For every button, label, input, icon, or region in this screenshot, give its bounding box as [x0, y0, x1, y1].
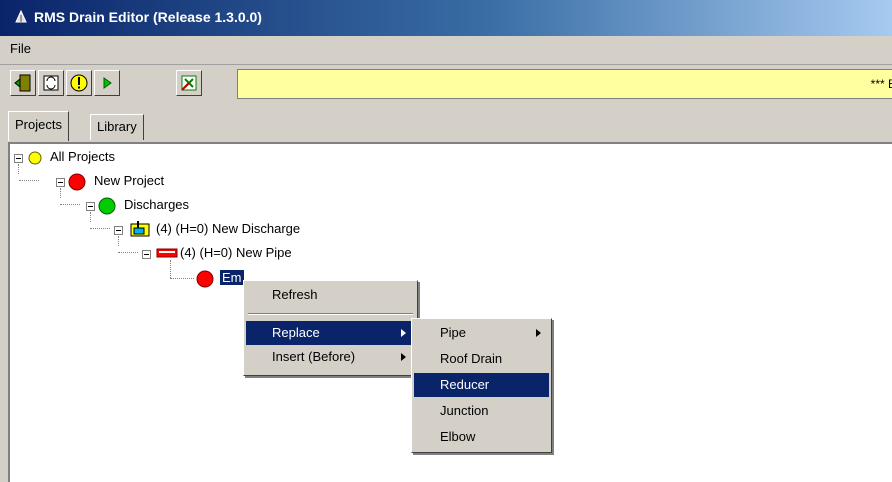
menu-item-label: Pipe	[440, 325, 467, 340]
discharge-icon	[130, 221, 150, 237]
menu-item-elbow[interactable]: Elbow	[414, 425, 549, 449]
yellow-circle-icon	[28, 151, 42, 165]
tree-node-all-projects[interactable]: All Projects	[50, 149, 115, 164]
tree-node-selected[interactable]: Em	[220, 270, 244, 285]
expander-all-projects[interactable]	[14, 154, 23, 163]
refresh-button[interactable]	[38, 70, 64, 96]
menu-bar: File	[0, 36, 892, 65]
tree-node-discharges[interactable]: Discharges	[124, 197, 189, 212]
toolbar: *** Er	[0, 66, 892, 106]
menu-item-junction[interactable]: Junction	[414, 399, 549, 423]
menu-separator	[248, 313, 413, 315]
expander-new-project[interactable]	[56, 178, 65, 187]
app-icon	[15, 10, 27, 23]
tree-line	[18, 164, 19, 174]
window-title: RMS Drain Editor (Release 1.3.0.0)	[34, 9, 262, 25]
tab-projects[interactable]: Projects	[8, 111, 69, 141]
tree-line	[60, 204, 80, 205]
message-text: *** Er	[870, 77, 892, 91]
menu-item-label: Insert (Before)	[272, 349, 356, 364]
menu-item-roof-drain[interactable]: Roof Drain	[414, 347, 549, 371]
title-bar: RMS Drain Editor (Release 1.3.0.0)	[0, 0, 892, 36]
warning-icon	[70, 74, 88, 92]
exit-button[interactable]	[10, 70, 36, 96]
expander-new-pipe[interactable]	[142, 250, 151, 259]
run-button[interactable]	[94, 70, 120, 96]
exit-door-icon	[14, 74, 31, 92]
tab-strip: Projects Library	[0, 110, 892, 142]
green-circle-icon	[98, 197, 116, 215]
refresh-icon	[43, 75, 59, 91]
expander-discharges[interactable]	[86, 202, 95, 211]
tree-line	[90, 228, 110, 229]
message-bar: *** Er	[237, 69, 892, 99]
tab-library[interactable]: Library	[90, 114, 144, 140]
tree-line	[60, 188, 61, 198]
menu-item-reducer[interactable]: Reducer	[414, 373, 549, 397]
menu-item-pipe[interactable]: Pipe	[414, 321, 549, 345]
tree-line	[118, 252, 138, 253]
tree-node-new-project[interactable]: New Project	[94, 173, 164, 188]
context-menu: Refresh Replace Insert (Before)	[243, 280, 418, 376]
menu-item-label: Replace	[272, 325, 320, 340]
menu-item-insert-before[interactable]: Insert (Before)	[246, 345, 415, 369]
menu-item-refresh[interactable]: Refresh	[246, 283, 415, 307]
tree-line	[90, 212, 91, 222]
menu-item-label: Refresh	[272, 287, 318, 302]
menu-item-label: Junction	[440, 403, 489, 418]
menu-item-label: Roof Drain	[440, 351, 503, 366]
tree-line	[19, 180, 39, 181]
tree-node-new-pipe[interactable]: (4) (H=0) New Pipe	[180, 245, 292, 260]
tree-line	[170, 278, 194, 279]
menu-file[interactable]: File	[10, 41, 31, 56]
red-circle-icon	[196, 270, 214, 288]
menu-item-label: Elbow	[440, 429, 476, 444]
pipe-icon	[156, 248, 178, 258]
menu-item-label: Reducer	[440, 377, 490, 392]
play-icon	[103, 77, 112, 89]
export-icon	[181, 75, 197, 91]
submenu-arrow-icon	[536, 329, 541, 337]
submenu-arrow-icon	[401, 353, 406, 361]
replace-submenu: Pipe Roof Drain Reducer Junction Elbow	[411, 318, 552, 453]
tree-line	[118, 236, 119, 246]
submenu-arrow-icon	[401, 329, 406, 337]
warning-button[interactable]	[66, 70, 92, 96]
export-button[interactable]	[176, 70, 202, 96]
tree-line	[170, 260, 171, 278]
red-circle-icon	[68, 173, 86, 191]
expander-new-discharge[interactable]	[114, 226, 123, 235]
tree-node-new-discharge[interactable]: (4) (H=0) New Discharge	[156, 221, 300, 236]
menu-item-replace[interactable]: Replace	[246, 321, 415, 345]
